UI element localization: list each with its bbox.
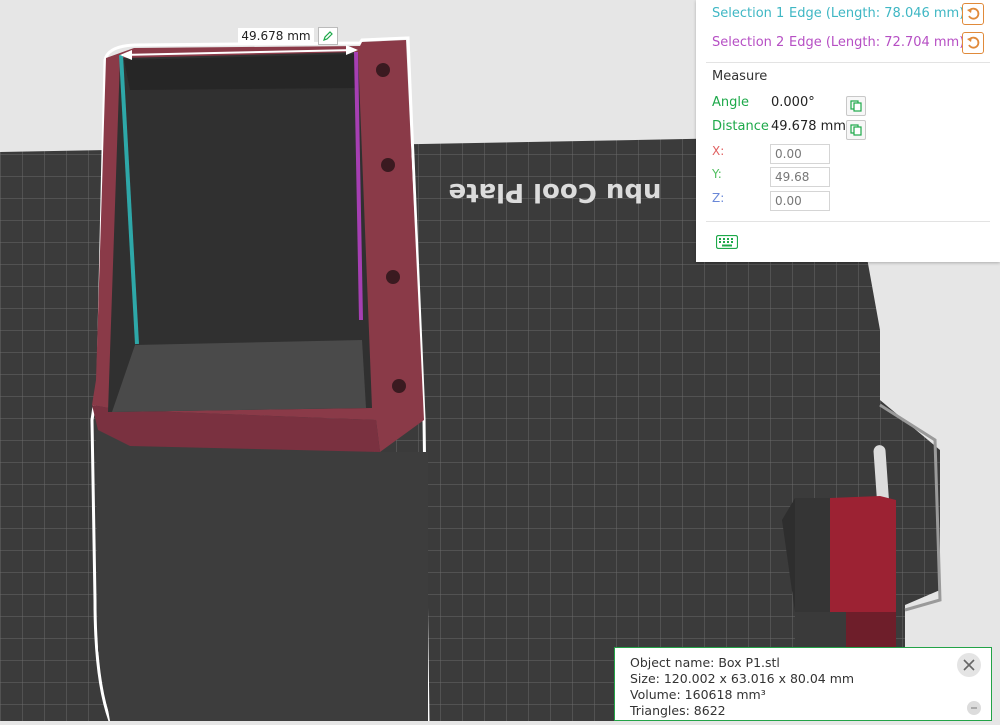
selection1-name: Selection 1 — [712, 5, 785, 21]
box-model[interactable] — [90, 36, 430, 723]
reset-icon — [967, 7, 980, 20]
y-field[interactable] — [770, 167, 830, 187]
copy-distance-button[interactable] — [846, 120, 866, 140]
selection2-row[interactable]: Selection 2 Edge (Length: 72.704 mm) — [712, 31, 964, 53]
object-info-panel: Object name: Box P1.stl Size: 120.002 x … — [614, 647, 992, 721]
y-label: Y: — [712, 167, 722, 181]
minus-icon — [971, 707, 977, 709]
selection1-row[interactable]: Selection 1 Edge (Length: 78.046 mm) — [712, 2, 964, 24]
dimension-label: 49.678 mm — [238, 28, 314, 45]
plate-text: nbu Cool Plate — [448, 177, 661, 207]
close-info-button[interactable] — [957, 653, 981, 677]
copy-icon — [850, 124, 862, 136]
object-size: Size: 120.002 x 63.016 x 80.04 mm — [630, 671, 855, 686]
measure-panel: Selection 1 Edge (Length: 78.046 mm) Sel… — [696, 0, 1000, 262]
x-label: X: — [712, 144, 725, 158]
x-field[interactable] — [770, 144, 830, 164]
selection1-reset-button[interactable] — [962, 3, 984, 25]
angle-value: 0.000° — [771, 95, 815, 110]
flange-hole — [381, 158, 395, 172]
panel-divider — [706, 221, 990, 222]
angle-label: Angle — [712, 95, 749, 110]
flange-hole — [392, 379, 406, 393]
object-name: Object name: Box P1.stl — [630, 655, 780, 670]
minimize-info-button[interactable] — [967, 701, 981, 715]
distance-value: 49.678 mm — [771, 119, 846, 134]
distance-label: Distance — [712, 119, 769, 134]
measure-title: Measure — [712, 69, 768, 84]
object-volume: Volume: 160618 mm³ — [630, 687, 766, 702]
close-icon — [963, 659, 975, 671]
selection2-description: Edge (Length: 72.704 mm) — [789, 34, 965, 50]
selection2-reset-button[interactable] — [962, 32, 984, 54]
selection1-description: Edge (Length: 78.046 mm) — [789, 5, 965, 21]
object-triangles: Triangles: 8622 — [630, 703, 726, 718]
panel-divider — [706, 62, 990, 63]
z-label: Z: — [712, 191, 725, 205]
reset-icon — [967, 36, 980, 49]
edit-dimension-button[interactable] — [318, 27, 338, 45]
copy-icon — [850, 100, 862, 112]
flange-hole — [386, 270, 400, 284]
pencil-icon — [323, 31, 333, 41]
z-field[interactable] — [770, 191, 830, 211]
copy-angle-button[interactable] — [846, 96, 866, 116]
keyboard-icon[interactable] — [716, 235, 738, 249]
flange-hole — [376, 63, 390, 77]
selection2-name: Selection 2 — [712, 34, 785, 50]
